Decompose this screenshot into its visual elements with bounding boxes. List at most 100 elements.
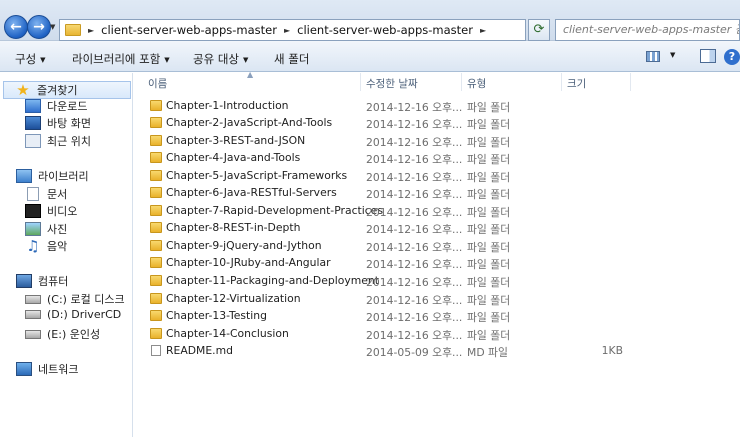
column-header-type[interactable]: 유형: [467, 76, 486, 92]
file-date: 2014-12-16 오후...: [366, 293, 463, 307]
file-row[interactable]: Chapter-10-JRuby-and-Angular 2014-12-16 오…: [134, 254, 740, 272]
column-divider[interactable]: [360, 73, 361, 91]
file-icon: [151, 345, 161, 357]
nav-label: 다운로드: [47, 100, 88, 113]
folder-icon: [150, 222, 162, 234]
folder-icon: [150, 310, 162, 322]
navigation-pane: ★ 즐겨찾기 다운로드 바탕 화면 최근 위치 라이브러리 문서 비디오 사진 …: [0, 73, 133, 437]
file-row[interactable]: Chapter-4-Java-and-Tools 2014-12-16 오후...…: [134, 149, 740, 167]
include-in-library-label: 라이브러리에 포함: [72, 52, 161, 66]
nav-label: 네트워크: [38, 363, 79, 376]
cd-drive-icon: [25, 310, 41, 319]
chevron-down-icon: ▼: [164, 56, 170, 64]
file-date: 2014-12-16 오후...: [366, 223, 463, 237]
file-date: 2014-12-16 오후...: [366, 153, 463, 167]
file-name: Chapter-3-REST-and-JSON: [166, 133, 306, 147]
nav-libraries[interactable]: 라이브러리: [16, 168, 89, 184]
nav-computer[interactable]: 컴퓨터: [16, 273, 68, 289]
file-name: Chapter-14-Conclusion: [166, 326, 289, 340]
file-date: 2014-12-16 오후...: [366, 240, 463, 254]
preview-pane-icon[interactable]: [700, 49, 716, 63]
file-name: Chapter-13-Testing: [166, 309, 267, 323]
column-divider[interactable]: [630, 73, 631, 91]
file-date: 2014-12-16 오후...: [366, 205, 463, 219]
nav-pictures[interactable]: 사진: [25, 221, 67, 237]
removable-drive-icon: [25, 329, 41, 339]
file-type: 파일 폴더: [467, 205, 511, 219]
forward-button[interactable]: →: [27, 15, 51, 39]
nav-drive-d[interactable]: (D:) DriverCD: [25, 308, 121, 321]
new-folder-button[interactable]: 새 폴더: [274, 51, 309, 67]
file-type: 파일 폴더: [467, 188, 511, 202]
organize-button[interactable]: 구성 ▼: [15, 51, 46, 67]
breadcrumb-item[interactable]: client-server-web-apps-master: [101, 23, 277, 37]
nav-music[interactable]: ♫ 음악: [25, 238, 67, 254]
folder-icon: [150, 187, 162, 199]
column-divider[interactable]: [461, 73, 462, 91]
file-type: 파일 폴더: [467, 311, 511, 325]
back-button[interactable]: ←: [4, 15, 28, 39]
folder-icon: [150, 169, 162, 181]
chevron-right-icon[interactable]: ►: [284, 26, 290, 35]
breadcrumb[interactable]: ► client-server-web-apps-master ► client…: [59, 19, 576, 41]
pictures-icon: [25, 222, 41, 236]
file-type: 파일 폴더: [467, 293, 511, 307]
file-row[interactable]: README.md 2014-05-09 오후... MD 파일 1KB: [134, 342, 740, 360]
file-date: 2014-12-16 오후...: [366, 258, 463, 272]
file-date: 2014-12-16 오후...: [366, 118, 463, 132]
folder-icon: [150, 239, 162, 251]
nav-label: 라이브러리: [38, 170, 89, 183]
file-row[interactable]: Chapter-2-JavaScript-And-Tools 2014-12-16…: [134, 114, 740, 132]
help-icon[interactable]: ?: [724, 49, 740, 65]
nav-favorites[interactable]: ★ 즐겨찾기: [3, 81, 131, 99]
breadcrumb-item[interactable]: client-server-web-apps-master: [297, 23, 473, 37]
file-list: ▲ 이름 수정한 날짜 유형 크기 Chapter-1-Introduction…: [134, 70, 740, 437]
share-with-button[interactable]: 공유 대상 ▼: [193, 51, 248, 67]
nav-drive-c[interactable]: (C:) 로컬 디스크: [25, 291, 125, 307]
nav-downloads[interactable]: 다운로드: [25, 98, 87, 114]
computer-icon: [16, 274, 32, 288]
file-row[interactable]: Chapter-7-Rapid-Development-Practices 201…: [134, 202, 740, 220]
file-row[interactable]: Chapter-14-Conclusion 2014-12-16 오후... 파일 …: [134, 325, 740, 343]
refresh-button[interactable]: ⟳: [528, 19, 550, 41]
column-header-name[interactable]: 이름: [148, 76, 167, 92]
nav-videos[interactable]: 비디오: [25, 203, 77, 219]
file-row[interactable]: Chapter-3-REST-and-JSON 2014-12-16 오후... 파…: [134, 132, 740, 150]
change-view-button[interactable]: ▼: [644, 49, 676, 65]
nav-drive-e[interactable]: (E:) 운인성: [25, 326, 100, 342]
nav-network[interactable]: 네트워크: [16, 361, 78, 377]
chevron-down-icon: ▼: [670, 51, 676, 59]
file-row[interactable]: Chapter-13-Testing 2014-12-16 오후... 파일 폴더: [134, 307, 740, 325]
file-name: Chapter-9-jQuery-and-Jython: [166, 238, 322, 252]
column-divider[interactable]: [561, 73, 562, 91]
file-row[interactable]: Chapter-1-Introduction 2014-12-16 오후... 파일…: [134, 97, 740, 115]
folder-icon: [150, 275, 162, 286]
file-row[interactable]: Chapter-6-Java-RESTful-Servers 2014-12-16…: [134, 184, 740, 202]
file-name: Chapter-10-JRuby-and-Angular: [166, 256, 331, 270]
nav-documents[interactable]: 문서: [25, 186, 67, 202]
chevron-right-icon[interactable]: ►: [88, 26, 94, 35]
chevron-right-icon[interactable]: ►: [480, 26, 486, 35]
file-row[interactable]: Chapter-12-Virtualization 2014-12-16 오후..…: [134, 290, 740, 308]
file-type: 파일 폴더: [467, 153, 511, 167]
file-row[interactable]: Chapter-8-REST-in-Depth 2014-12-16 오후... 파…: [134, 219, 740, 237]
search-input[interactable]: client-server-web-apps-master 검색: [555, 19, 740, 41]
folder-icon: [150, 134, 162, 146]
recent-pages-dropdown-icon[interactable]: ▼: [50, 23, 55, 31]
include-in-library-button[interactable]: 라이브러리에 포함 ▼: [72, 51, 170, 67]
nav-label: 사진: [47, 223, 68, 236]
file-name: Chapter-8-REST-in-Depth: [166, 221, 301, 235]
column-header-size[interactable]: 크기: [567, 76, 586, 92]
nav-desktop[interactable]: 바탕 화면: [25, 115, 91, 131]
file-date: 2014-12-16 오후...: [366, 188, 463, 202]
file-row[interactable]: Chapter-5-JavaScript-Frameworks 2014-12-1…: [134, 167, 740, 185]
file-name: Chapter-12-Virtualization: [166, 291, 301, 305]
file-row[interactable]: Chapter-9-jQuery-and-Jython 2014-12-16 오후…: [134, 237, 740, 255]
column-header-date[interactable]: 수정한 날짜: [366, 76, 418, 92]
file-row[interactable]: Chapter-11-Packaging-and-Deployment 2014-…: [134, 272, 740, 290]
star-icon: ★: [16, 81, 30, 99]
nav-recent[interactable]: 최근 위치: [25, 133, 91, 149]
command-bar: 구성 ▼ 라이브러리에 포함 ▼ 공유 대상 ▼ 새 폴더 ▼ ?: [0, 41, 740, 72]
file-date: 2014-12-16 오후...: [366, 100, 463, 114]
file-name: Chapter-2-JavaScript-And-Tools: [166, 116, 333, 130]
